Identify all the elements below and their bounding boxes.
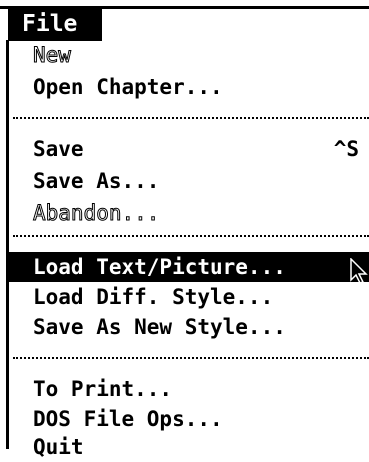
- menu-item-to-print[interactable]: To Print...: [9, 374, 369, 404]
- file-menu-title[interactable]: File: [8, 8, 102, 41]
- menu-item-abandon: Abandon...: [33, 201, 160, 226]
- mouse-pointer-icon: [350, 258, 368, 284]
- menu-item-new: New: [33, 43, 72, 68]
- menu-separator: [13, 235, 369, 237]
- save-shortcut: ^S: [333, 137, 359, 161]
- menu-separator: [13, 117, 369, 119]
- menu-item-save-as[interactable]: Save As...: [9, 166, 369, 196]
- menu-item-save-as-new-style[interactable]: Save As New Style...: [9, 312, 369, 342]
- file-menu-dropdown: New Open Chapter... Save ^S Save As... A…: [6, 40, 369, 459]
- menu-separator: [13, 357, 369, 359]
- menu-item-save-label: Save: [33, 137, 84, 161]
- menu-item-load-text-picture[interactable]: Load Text/Picture...: [9, 252, 369, 282]
- menu-item-quit[interactable]: Quit: [9, 432, 369, 462]
- menu-item-dos-file-ops[interactable]: DOS File Ops...: [9, 404, 369, 434]
- menu-item-save[interactable]: Save ^S: [9, 134, 369, 164]
- menu-item-open-chapter[interactable]: Open Chapter...: [9, 72, 369, 102]
- menu-item-load-diff-style[interactable]: Load Diff. Style...: [9, 282, 369, 312]
